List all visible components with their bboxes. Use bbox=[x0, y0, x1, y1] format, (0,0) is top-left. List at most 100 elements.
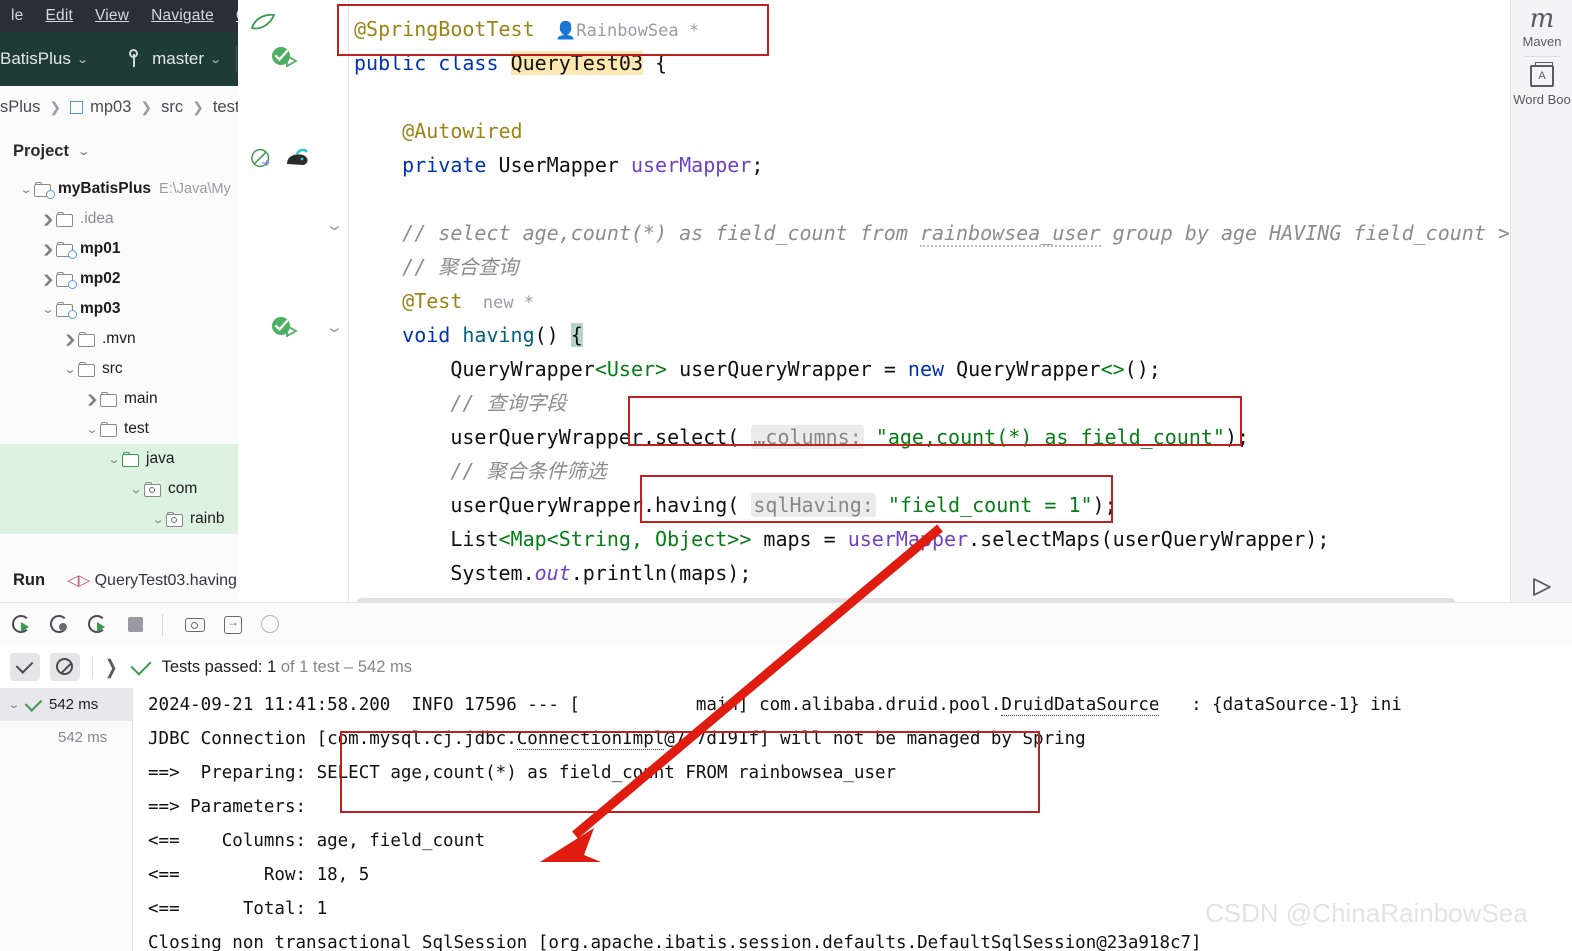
test-duration: 542 ms bbox=[49, 696, 99, 713]
breadcrumb-item-src[interactable]: src bbox=[161, 98, 183, 117]
menu-item-file[interactable]: le bbox=[0, 7, 34, 25]
breadcrumb-item-module[interactable]: mp03 bbox=[70, 98, 131, 117]
project-panel-header[interactable]: Project ⌄ bbox=[0, 128, 238, 174]
menu-item-edit-label: Edit bbox=[45, 7, 73, 24]
console-line: JDBC Connection [com.mysql.cj.jdbc.Conne… bbox=[148, 729, 1086, 750]
run-test-method-gutter-icon[interactable] bbox=[270, 315, 300, 339]
tool-button-maven[interactable]: m Maven bbox=[1511, 4, 1572, 49]
chevron-down-icon[interactable]: ⌄ bbox=[3, 698, 25, 711]
code-line[interactable]: userQueryWrapper.select( …columns: "age,… bbox=[348, 420, 1510, 454]
tree-item-test[interactable]: ⌄ test bbox=[0, 414, 238, 444]
branch-selector[interactable]: master ⌄ bbox=[127, 49, 222, 69]
code-line[interactable]: List<Map<String, Object>> maps = userMap… bbox=[348, 522, 1510, 556]
menu-item-edit[interactable]: Edit bbox=[34, 7, 84, 25]
code-line[interactable]: System.out.println(maps); bbox=[348, 556, 1510, 590]
rerun-button[interactable] bbox=[6, 609, 38, 641]
project-selector[interactable]: BatisPlus ⌄ bbox=[0, 49, 89, 69]
chevron-down-icon: ⌄ bbox=[76, 53, 89, 66]
import-tests-button[interactable] bbox=[217, 609, 249, 641]
code-line[interactable]: public class QueryTest03 { bbox=[348, 46, 1510, 80]
branch-icon bbox=[127, 49, 143, 69]
test-results-header: ❯ Tests passed: 1 of 1 test – 542 ms bbox=[0, 646, 1572, 689]
java-bean-icon[interactable] bbox=[283, 146, 313, 170]
menu-item-navigate[interactable]: Navigate bbox=[140, 7, 225, 25]
code-line[interactable]: @Test new * bbox=[348, 284, 1510, 318]
tree-item-mp03[interactable]: ⌄ mp03 bbox=[0, 294, 238, 324]
run-configuration-label[interactable]: ◁▷ QueryTest03.having bbox=[67, 571, 237, 590]
console-line: ==> Parameters: bbox=[148, 797, 317, 817]
code-line[interactable]: // 聚合查询 bbox=[348, 250, 1510, 284]
console-line: <== Row: 18, 5 bbox=[148, 865, 370, 885]
code-line[interactable]: @Autowired bbox=[348, 114, 1510, 148]
tree-item-idea[interactable]: ❯ .idea bbox=[0, 204, 238, 234]
menu-item-navigate-label: Navigate bbox=[151, 7, 214, 24]
tests-passed-count: 1 bbox=[267, 657, 277, 676]
expand-results-button[interactable]: ❯ bbox=[105, 655, 118, 679]
test-tree-child[interactable]: 542 ms bbox=[0, 721, 132, 754]
annotation-springboottest: @SpringBootTest bbox=[354, 17, 535, 41]
breadcrumb-separator: ❯ bbox=[192, 98, 204, 115]
tool-button-maven-label: Maven bbox=[1522, 34, 1562, 49]
source-folder-icon bbox=[122, 451, 141, 467]
tree-item-label: rainb bbox=[190, 510, 225, 527]
tree-item-mp02[interactable]: ❯ mp02 bbox=[0, 264, 238, 294]
tree-item-src[interactable]: ⌄ src bbox=[0, 354, 238, 384]
tool-button-word-book[interactable]: Word Boo bbox=[1511, 62, 1572, 107]
breadcrumb-item-project[interactable]: sPlus bbox=[0, 98, 40, 117]
tests-passed-label: Tests passed: bbox=[161, 657, 268, 676]
editor-gutter[interactable]: ⌄ ⌄ bbox=[238, 0, 349, 610]
autowired-dependency-icon[interactable] bbox=[248, 148, 274, 168]
fold-caret-icon[interactable]: ⌄ bbox=[325, 216, 344, 234]
toggle-auto-test-button[interactable] bbox=[82, 609, 114, 641]
code-line[interactable]: private UserMapper userMapper; bbox=[348, 148, 1510, 182]
editor-text-area[interactable]: @SpringBootTest 👤RainbowSea * public cla… bbox=[348, 0, 1510, 585]
folder-icon bbox=[78, 361, 97, 377]
code-line[interactable]: void having() { bbox=[348, 318, 1510, 352]
run-test-gutter-icon[interactable] bbox=[270, 45, 300, 69]
stop-button[interactable] bbox=[120, 609, 152, 641]
module-folder-icon bbox=[56, 241, 77, 259]
spring-bean-icon[interactable] bbox=[250, 12, 276, 32]
passed-check-icon bbox=[24, 693, 43, 712]
tree-item-main[interactable]: ❯ main bbox=[0, 384, 238, 414]
show-passed-toggle[interactable] bbox=[10, 653, 40, 681]
menu-item-view[interactable]: View bbox=[84, 7, 140, 25]
profiler-button[interactable] bbox=[255, 609, 287, 641]
tool-button-word-book-label: Word Boo bbox=[1513, 92, 1571, 107]
export-snapshot-button[interactable] bbox=[179, 609, 211, 641]
code-line[interactable] bbox=[348, 80, 1510, 114]
console-line: 2024-09-21 11:41:58.200 INFO 17596 --- [… bbox=[148, 695, 1402, 716]
tree-item-mp01[interactable]: ❯ mp01 bbox=[0, 234, 238, 264]
show-ignored-toggle[interactable] bbox=[50, 653, 80, 681]
package-icon bbox=[144, 481, 163, 497]
tree-item-label: myBatisPlus bbox=[58, 180, 152, 197]
breadcrumb-item-test[interactable]: test bbox=[213, 98, 240, 117]
right-tool-strip: m Maven Word Boo Run bbox=[1510, 0, 1572, 630]
code-line[interactable]: userQueryWrapper.having( sqlHaving: "fie… bbox=[348, 488, 1510, 522]
tree-item-myBatisPlus[interactable]: ⌄ myBatisPlus E:\Java\My bbox=[0, 174, 238, 204]
tree-item-java[interactable]: ⌄ java bbox=[0, 444, 238, 474]
fold-caret-icon[interactable]: ⌄ bbox=[325, 318, 344, 336]
tree-item-com[interactable]: ⌄ com bbox=[0, 474, 238, 504]
folder-icon bbox=[56, 211, 75, 227]
code-line[interactable]: @SpringBootTest 👤RainbowSea * bbox=[348, 12, 1510, 46]
code-line[interactable]: QueryWrapper<User> userQueryWrapper = ne… bbox=[348, 352, 1510, 386]
tool-strip-divider bbox=[1524, 56, 1560, 57]
module-folder-icon bbox=[56, 271, 77, 289]
code-line[interactable]: // select age,count(*) as field_count fr… bbox=[348, 216, 1510, 250]
code-line[interactable] bbox=[348, 182, 1510, 216]
code-editor[interactable]: ⌄ ⌄ @SpringBootTest 👤RainbowSea * public… bbox=[238, 0, 1510, 610]
console-line: ==> Preparing: SELECT age,count(*) as fi… bbox=[148, 763, 897, 783]
rerun-failed-button[interactable] bbox=[44, 609, 76, 641]
tree-item-label: com bbox=[168, 480, 198, 497]
test-tree-root[interactable]: ⌄ 542 ms bbox=[0, 688, 132, 721]
tests-passed-status: Tests passed: 1 of 1 test – 542 ms bbox=[162, 658, 412, 677]
tree-item-label: mp01 bbox=[80, 240, 121, 257]
code-line[interactable]: // 查询字段 bbox=[348, 386, 1510, 420]
tree-item-mvn[interactable]: ❯ .mvn bbox=[0, 324, 238, 354]
code-line[interactable]: // 聚合条件筛选 bbox=[348, 454, 1510, 488]
tree-item-rainb[interactable]: ⌄ rainb bbox=[0, 504, 238, 534]
module-folder-icon bbox=[56, 301, 77, 319]
annotation-autowired: @Autowired bbox=[402, 119, 523, 143]
tests-passed-detail: of 1 test – 542 ms bbox=[276, 657, 412, 676]
